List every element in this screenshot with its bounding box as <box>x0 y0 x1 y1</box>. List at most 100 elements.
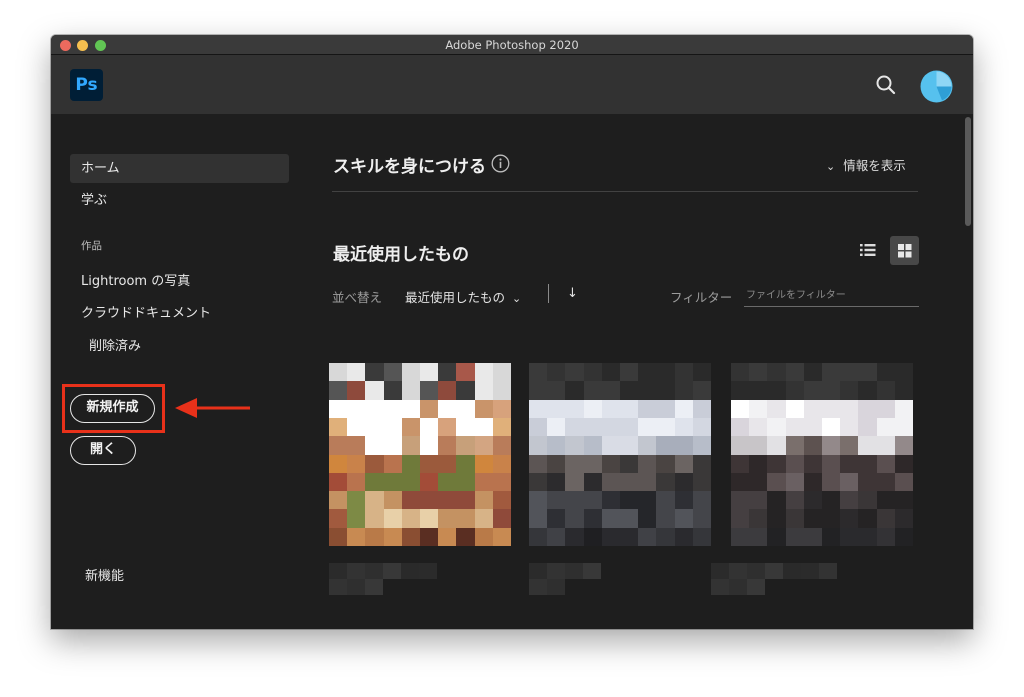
caption-pixel <box>583 563 601 579</box>
thumbnail-pixel <box>365 363 385 382</box>
sort-select[interactable]: 最近使用したもの ⌄ <box>405 287 521 306</box>
thumbnail-pixel <box>401 436 421 456</box>
thumbnail-pixel <box>840 381 860 401</box>
thumbnail-pixel <box>620 509 639 529</box>
recent-file-thumbnail[interactable] <box>329 363 511 546</box>
thumbnail-pixel <box>767 381 787 401</box>
thumbnail-pixel <box>547 381 567 401</box>
thumbnail-pixel <box>438 436 458 456</box>
thumbnail-pixel <box>365 527 385 546</box>
sidebar-item-cloud-documents[interactable]: クラウドドキュメント <box>70 299 289 328</box>
thumbnail-pixel <box>438 381 458 401</box>
thumbnail-pixel <box>365 472 385 492</box>
thumbnail-pixel <box>383 509 403 529</box>
sort-direction-button[interactable]: ↓ <box>567 286 578 301</box>
thumbnail-pixel <box>420 509 439 529</box>
thumbnail-pixel <box>601 381 621 401</box>
thumbnail-pixel <box>749 399 769 419</box>
thumbnail-pixel <box>583 454 603 474</box>
thumbnail-pixel <box>583 436 603 456</box>
thumbnail-pixel <box>601 472 621 492</box>
filter-input[interactable] <box>744 285 919 307</box>
thumbnail-pixel <box>456 491 476 511</box>
thumbnail-pixel <box>401 509 421 529</box>
thumbnail-pixel <box>347 527 367 546</box>
thumbnail-pixel <box>383 491 403 511</box>
scrollbar[interactable] <box>963 114 973 629</box>
thumbnail-pixel <box>529 509 548 529</box>
recent-file-thumbnail[interactable] <box>529 363 711 546</box>
thumbnail-pixel <box>803 363 823 382</box>
thumbnail-pixel <box>583 527 603 546</box>
caption-pixel <box>529 563 547 579</box>
avatar[interactable] <box>920 70 953 103</box>
thumbnail-pixel <box>420 363 439 382</box>
thumbnail-pixel <box>894 491 913 511</box>
thumbnail-pixel <box>565 491 585 511</box>
thumbnail-pixel <box>858 399 878 419</box>
thumbnail-pixel <box>876 436 896 456</box>
list-view-icon[interactable] <box>858 240 878 260</box>
sidebar-item-deleted[interactable]: 削除済み <box>70 332 289 361</box>
thumbnail-pixel <box>731 399 750 419</box>
thumbnail-pixel <box>547 417 567 437</box>
thumbnail-pixel <box>529 472 548 492</box>
search-icon[interactable] <box>875 74 897 96</box>
caption-pixel <box>383 563 401 579</box>
recent-file-thumbnail[interactable] <box>731 363 913 546</box>
thumbnail-pixel <box>656 527 676 546</box>
caption-pixel <box>347 563 365 579</box>
sidebar-item-whats-new[interactable]: 新機能 <box>70 562 289 591</box>
thumbnail-pixel <box>749 381 769 401</box>
caption-pixel <box>365 563 383 579</box>
thumbnail-pixel <box>822 363 841 382</box>
thumbnail-pixel <box>840 417 860 437</box>
thumbnail-pixel <box>767 454 787 474</box>
caption-pixel <box>347 579 365 595</box>
thumbnail-pixel <box>401 363 421 382</box>
thumbnail-pixel <box>474 399 494 419</box>
thumbnail-pixel <box>601 509 621 529</box>
thumbnail-pixel <box>601 417 621 437</box>
title-bar: Adobe Photoshop 2020 <box>51 35 973 55</box>
thumbnail-pixel <box>767 363 787 382</box>
thumbnail-pixel <box>583 472 603 492</box>
open-button[interactable]: 開く <box>70 436 136 465</box>
thumbnail-pixel <box>638 436 658 456</box>
thumbnail-pixel <box>731 381 750 401</box>
thumbnail-pixel <box>329 527 348 546</box>
thumbnail-pixel <box>456 472 476 492</box>
thumbnail-pixel <box>656 454 676 474</box>
thumbnail-pixel <box>803 472 823 492</box>
thumbnail-pixel <box>749 491 769 511</box>
thumbnail-pixel <box>858 454 878 474</box>
thumbnail-pixel <box>638 417 658 437</box>
thumbnail-pixel <box>767 417 787 437</box>
new-button[interactable]: 新規作成 <box>70 394 155 423</box>
thumbnail-pixel <box>894 363 913 382</box>
info-icon[interactable] <box>491 154 510 173</box>
thumbnail-pixel <box>894 436 913 456</box>
thumbnail-pixel <box>438 363 458 382</box>
thumbnail-pixel <box>674 527 694 546</box>
thumbnail-pixel <box>692 381 711 401</box>
photoshop-logo[interactable]: Ps <box>70 69 103 101</box>
show-info-toggle[interactable]: ⌄ 情報を表示 <box>826 155 906 174</box>
grid-view-icon[interactable] <box>890 236 919 265</box>
thumbnail-pixel <box>329 399 348 419</box>
window-title: Adobe Photoshop 2020 <box>445 38 579 52</box>
thumbnail-pixel <box>401 454 421 474</box>
thumbnail-pixel <box>365 454 385 474</box>
thumbnail-pixel <box>731 472 750 492</box>
sidebar-item-learn[interactable]: 学ぶ <box>70 186 289 215</box>
thumbnail-pixel <box>620 527 639 546</box>
sidebar-item-home[interactable]: ホーム <box>70 154 289 183</box>
thumbnail-pixel <box>674 436 694 456</box>
thumbnail-pixel <box>620 491 639 511</box>
scrollbar-thumb[interactable] <box>965 117 971 226</box>
thumbnail-pixel <box>692 399 711 419</box>
thumbnail-pixel <box>858 527 878 546</box>
filter-label: フィルター <box>670 290 733 305</box>
sidebar-item-lightroom[interactable]: Lightroom の写真 <box>70 267 289 296</box>
thumbnail-pixel <box>529 454 548 474</box>
